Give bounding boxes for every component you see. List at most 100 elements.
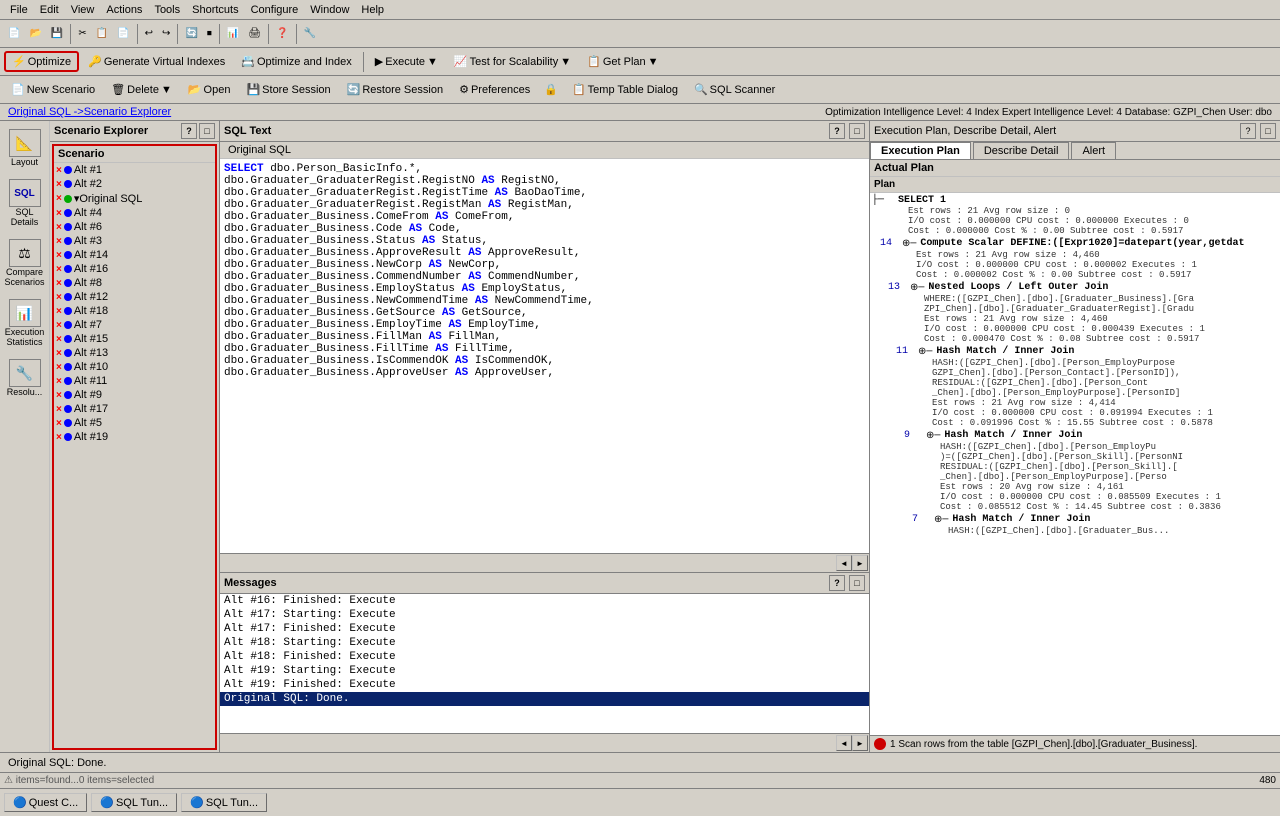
sidebar-item-resolu[interactable]: 🔧 Resolu... (2, 355, 48, 401)
tab-describe-detail[interactable]: Describe Detail (973, 142, 1070, 159)
menu-item-actions[interactable]: Actions (100, 2, 148, 18)
tree-item-close-alt6[interactable]: × (56, 222, 62, 233)
tree-item-close-alt10[interactable]: × (56, 362, 62, 373)
tree-item-close-orig[interactable]: × (56, 193, 62, 204)
sidebar-item-execution-stats[interactable]: 📊 ExecutionStatistics (2, 295, 48, 351)
plan-content[interactable]: ├─SELECT 1Est rows : 21 Avg row size : 0… (870, 193, 1280, 735)
messages-maximize-btn[interactable]: □ (849, 575, 865, 591)
menu-item-help[interactable]: Help (355, 2, 390, 18)
taskbar-sqltun1[interactable]: 🔵 SQL Tun... (91, 793, 177, 812)
redo-btn[interactable]: ↪ (158, 26, 174, 41)
message-line[interactable]: Alt #19: Finished: Execute (220, 678, 869, 692)
messages-question-btn[interactable]: ? (829, 575, 845, 591)
tree-item-alt6[interactable]: ×Alt #6 (54, 220, 215, 234)
tree-item-orig[interactable]: ×▾ Original SQL (54, 191, 215, 206)
delete-button[interactable]: 🗑 Delete ▼ (104, 80, 179, 99)
execute-button[interactable]: ▶ Execute ▼ (368, 52, 445, 71)
optimize-button[interactable]: ⚡ Optimize (4, 51, 79, 72)
sql-question-btn[interactable]: ? (829, 123, 845, 139)
tree-item-alt7[interactable]: ×Alt #7 (54, 318, 215, 332)
menu-item-file[interactable]: File (4, 2, 34, 18)
sidebar-item-compare[interactable]: ⚖ CompareScenarios (2, 235, 48, 291)
tree-item-close-alt7[interactable]: × (56, 320, 62, 331)
tree-item-close-alt15[interactable]: × (56, 334, 62, 345)
menu-item-tools[interactable]: Tools (148, 2, 186, 18)
copy-btn[interactable]: 📋 (92, 26, 112, 41)
message-line[interactable]: Alt #18: Finished: Execute (220, 650, 869, 664)
message-line[interactable]: Alt #17: Starting: Execute (220, 608, 869, 622)
tree-item-close-alt19[interactable]: × (56, 432, 62, 443)
message-line[interactable]: Alt #18: Starting: Execute (220, 636, 869, 650)
tree-item-close-alt4[interactable]: × (56, 208, 62, 219)
menu-item-edit[interactable]: Edit (34, 2, 65, 18)
sidebar-item-layout[interactable]: 📐 Layout (2, 125, 48, 171)
sql-scanner-button[interactable]: 🔍 SQL Scanner (687, 80, 782, 99)
restore-session-button[interactable]: 🔄 Restore Session (340, 80, 450, 99)
refresh-btn[interactable]: 🔄 (181, 26, 201, 41)
new-scenario-button[interactable]: 📄 New Scenario (4, 80, 102, 99)
sql-content[interactable]: SELECT dbo.Person_BasicInfo.*, dbo.Gradu… (220, 159, 869, 553)
tree-item-alt15[interactable]: ×Alt #15 (54, 332, 215, 346)
tree-item-alt18[interactable]: ×Alt #18 (54, 304, 215, 318)
tree-item-alt17[interactable]: ×Alt #17 (54, 402, 215, 416)
tree-item-alt10[interactable]: ×Alt #10 (54, 360, 215, 374)
tree-item-close-alt3[interactable]: × (56, 236, 62, 247)
message-line[interactable]: Alt #16: Finished: Execute (220, 594, 869, 608)
preferences-button[interactable]: ⚙ Preferences (452, 80, 537, 99)
tree-item-alt19[interactable]: ×Alt #19 (54, 430, 215, 444)
menu-item-shortcuts[interactable]: Shortcuts (186, 2, 244, 18)
tree-item-alt11[interactable]: ×Alt #11 (54, 374, 215, 388)
tree-item-alt9[interactable]: ×Alt #9 (54, 388, 215, 402)
stop-btn[interactable]: ⏹ (203, 26, 216, 41)
tree-item-alt3[interactable]: ×Alt #3 (54, 234, 215, 248)
tab-execution-plan[interactable]: Execution Plan (870, 142, 971, 159)
tree-item-alt1[interactable]: ×Alt #1 (54, 163, 215, 177)
menu-item-window[interactable]: Window (304, 2, 355, 18)
sql-maximize-btn[interactable]: □ (849, 123, 865, 139)
messages-scroll-right[interactable]: ► (852, 735, 868, 751)
store-session-button[interactable]: 💾 Store Session (239, 80, 337, 99)
generate-virtual-button[interactable]: 🔑 Generate Virtual Indexes (81, 52, 232, 71)
sql-scroll-left[interactable]: ◄ (836, 555, 852, 571)
tree-item-close-alt14[interactable]: × (56, 250, 62, 261)
tree-item-alt14[interactable]: ×Alt #14 (54, 248, 215, 262)
right-maximize-btn[interactable]: □ (1260, 123, 1276, 139)
scenario-maximize-btn[interactable]: □ (199, 123, 215, 139)
extra-btn[interactable]: 🔧 (300, 26, 320, 41)
open-session-button[interactable]: 📂 Open (181, 80, 238, 99)
menu-item-view[interactable]: View (65, 2, 101, 18)
tree-item-close-alt16[interactable]: × (56, 264, 62, 275)
tree-item-close-alt17[interactable]: × (56, 404, 62, 415)
tree-item-alt5[interactable]: ×Alt #5 (54, 416, 215, 430)
print-btn[interactable]: 🖨 (244, 26, 265, 41)
open-btn[interactable]: 📂 (25, 26, 45, 41)
sql-scroll-right[interactable]: ► (852, 555, 868, 571)
message-line[interactable]: Original SQL: Done. (220, 692, 869, 706)
tree-item-close-alt2[interactable]: × (56, 179, 62, 190)
sidebar-item-sql-details[interactable]: SQL SQLDetails (2, 175, 48, 231)
file-new-btn[interactable]: 📄 (4, 26, 24, 41)
tab-alert[interactable]: Alert (1071, 142, 1116, 159)
taskbar-quest[interactable]: 🔵 Quest C... (4, 793, 87, 812)
message-line[interactable]: Alt #17: Finished: Execute (220, 622, 869, 636)
tree-item-close-alt13[interactable]: × (56, 348, 62, 359)
chart-btn[interactable]: 📊 (223, 26, 243, 41)
tree-item-alt12[interactable]: ×Alt #12 (54, 290, 215, 304)
undo-btn[interactable]: ↩ (141, 26, 157, 41)
tree-item-close-alt12[interactable]: × (56, 292, 62, 303)
lock-icon-btn[interactable]: 🔒 (539, 81, 563, 98)
tree-item-close-alt11[interactable]: × (56, 376, 62, 387)
tree-item-close-alt8[interactable]: × (56, 278, 62, 289)
tree-item-alt2[interactable]: ×Alt #2 (54, 177, 215, 191)
taskbar-sqltun2[interactable]: 🔵 SQL Tun... (181, 793, 267, 812)
tree-item-close-alt9[interactable]: × (56, 390, 62, 401)
test-scalability-button[interactable]: 📈 Test for Scalability ▼ (447, 52, 578, 71)
breadcrumb-link[interactable]: Original SQL ->Scenario Explorer (8, 106, 171, 118)
optimize-index-button[interactable]: 📇 Optimize and Index (234, 52, 358, 71)
right-question-btn[interactable]: ? (1240, 123, 1256, 139)
tree-item-alt16[interactable]: ×Alt #16 (54, 262, 215, 276)
help-btn[interactable]: ❓ (272, 26, 292, 41)
paste-btn[interactable]: 📄 (113, 26, 133, 41)
scenario-question-btn[interactable]: ? (181, 123, 197, 139)
tree-item-close-alt18[interactable]: × (56, 306, 62, 317)
